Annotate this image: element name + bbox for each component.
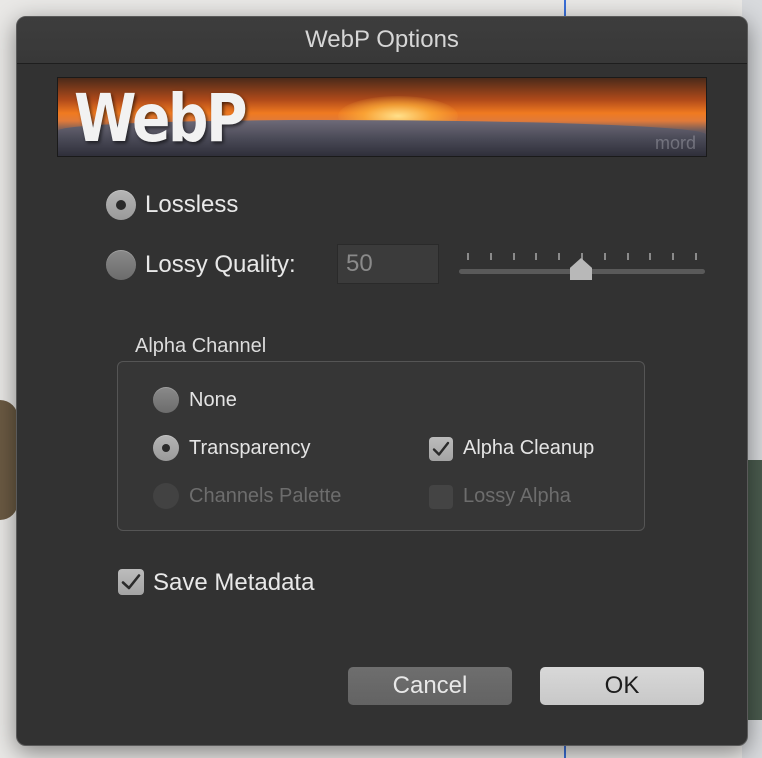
alpha-channels-palette-radio [153,483,179,509]
ok-button[interactable]: OK [540,667,704,705]
lossless-label[interactable]: Lossless [145,191,238,219]
alpha-channel-title: Alpha Channel [135,335,267,357]
lossy-alpha-checkbox [429,485,453,509]
alpha-transparency-label[interactable]: Transparency [189,437,311,460]
alpha-cleanup-checkbox[interactable] [429,437,453,461]
alpha-none-radio[interactable] [153,387,179,413]
cancel-button[interactable]: Cancel [348,667,512,705]
slider-tick [649,253,651,260]
alpha-cleanup-label[interactable]: Alpha Cleanup [463,437,594,460]
webp-options-dialog: WebP Options WebP mord Lossless Lossy Qu… [16,16,748,746]
slider-tick [513,253,515,260]
alpha-none-label[interactable]: None [189,389,237,412]
webp-logo: WebP [74,80,248,157]
dialog-title: WebP Options [17,17,747,64]
radio-dot [162,444,170,452]
lossy-alpha-label: Lossy Alpha [463,485,571,507]
webp-banner-image: WebP mord [57,77,707,157]
check-icon [121,574,141,590]
slider-tick [627,253,629,260]
slider-tick [695,253,697,260]
slider-tick [535,253,537,260]
alpha-transparency-radio[interactable] [153,435,179,461]
lossless-radio[interactable] [106,190,136,220]
slider-tick [558,253,560,260]
banner-credit: mord [654,133,696,153]
quality-input[interactable]: 50 [337,244,439,284]
slider-tick [467,253,469,260]
lossy-quality-radio[interactable] [106,250,136,280]
save-metadata-checkbox[interactable] [118,569,144,595]
radio-dot [116,200,126,210]
slider-tick [490,253,492,260]
save-metadata-label[interactable]: Save Metadata [153,569,314,597]
alpha-channels-palette-label: Channels Palette [189,485,342,507]
lossy-quality-label[interactable]: Lossy Quality: [145,251,296,279]
slider-tick [604,253,606,260]
slider-tick [672,253,674,260]
quality-slider-thumb[interactable] [570,258,592,280]
check-icon [432,441,450,456]
